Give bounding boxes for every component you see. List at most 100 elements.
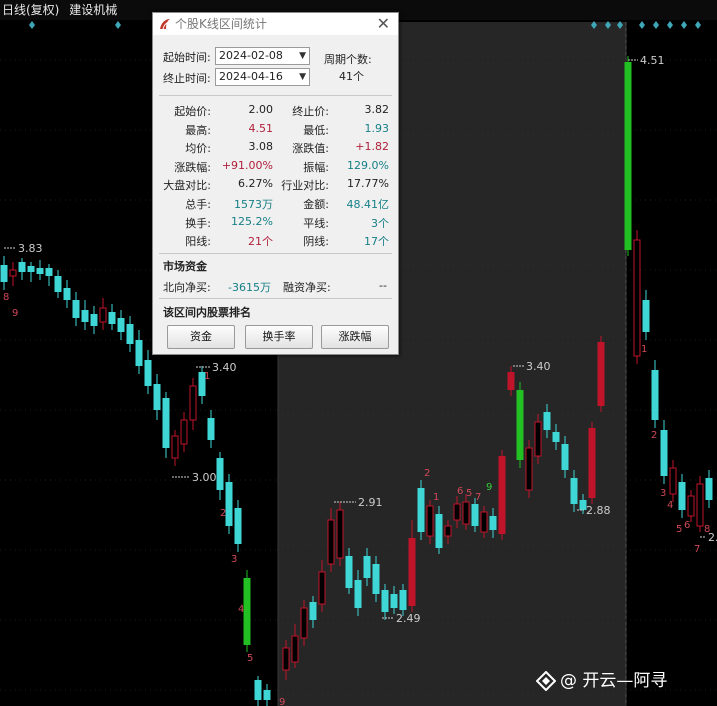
candle-body — [126, 324, 134, 344]
candle-body — [243, 578, 251, 645]
candle-body — [687, 495, 695, 517]
stat-value: 21个 — [248, 235, 273, 249]
candlestick[interactable] — [516, 382, 524, 468]
stat-value: 125.2% — [231, 214, 273, 228]
sequence-number: 3 — [231, 554, 237, 565]
stat-value: 129.0% — [347, 158, 389, 172]
candlestick[interactable] — [588, 422, 596, 504]
divider — [159, 95, 392, 96]
stat-label: 均价: — [185, 142, 211, 156]
price-annotation-text: 3.40 — [526, 360, 551, 373]
candle-body — [36, 268, 44, 274]
candlestick[interactable] — [624, 56, 632, 256]
sequence-number: 6 — [684, 520, 690, 531]
candle-body — [318, 571, 326, 605]
north-label: 北向净买: — [163, 281, 211, 294]
stock-name: 建设机械 — [69, 3, 118, 17]
stat-label: 终止价: — [292, 105, 329, 118]
candlestick[interactable] — [633, 230, 641, 364]
candle-body — [534, 421, 542, 457]
candle-body — [225, 482, 233, 526]
sequence-number: 1 — [204, 371, 210, 382]
candlestick[interactable] — [651, 360, 659, 428]
sequence-number: 1 — [641, 344, 647, 355]
candle-body — [171, 435, 179, 459]
candle-body — [300, 607, 308, 639]
candle-body — [624, 62, 632, 250]
candle-body — [282, 647, 290, 671]
candle-body — [642, 300, 650, 332]
stat-value: 4.51 — [248, 121, 274, 135]
sequence-number: 4 — [238, 604, 244, 615]
stat-value: 3.08 — [248, 140, 274, 154]
candle-body — [254, 680, 262, 700]
rank-by-funds-button[interactable]: 资金 — [167, 325, 235, 349]
start-date-select[interactable]: 2024-02-08 ▼ — [215, 47, 310, 65]
candle-body — [162, 398, 170, 448]
sequence-number: 3 — [660, 488, 666, 499]
candlestick[interactable] — [225, 474, 233, 534]
candle-body — [263, 690, 271, 700]
stat-value: 17.77% — [347, 177, 389, 191]
candle-body — [363, 556, 371, 578]
candlestick[interactable] — [243, 570, 251, 652]
candle-body — [144, 360, 152, 386]
sequence-number: 2 — [220, 508, 226, 519]
period-label[interactable]: 日线(复权) — [2, 3, 59, 17]
stat-row: 大盘对比: 6.27% 行业对比: 17.77% — [153, 177, 398, 194]
candle-body — [0, 265, 8, 282]
candlestick[interactable] — [525, 440, 533, 498]
candle-body — [408, 538, 416, 606]
candle-body — [18, 262, 26, 272]
rank-by-turnover-button[interactable]: 换手率 — [245, 325, 313, 349]
candle-body — [327, 519, 335, 565]
candle-body — [705, 478, 713, 500]
candle-body — [72, 300, 80, 318]
candlestick[interactable] — [336, 502, 344, 566]
candle-body — [660, 430, 668, 476]
sequence-number: 6 — [457, 486, 463, 497]
sequence-number: 7 — [694, 544, 700, 555]
stat-label: 金额: — [303, 198, 329, 211]
candle-body — [525, 447, 533, 491]
candle-body — [291, 635, 299, 663]
rank-by-change-button[interactable]: 涨跌幅 — [321, 325, 389, 349]
candle-body — [552, 432, 560, 442]
sequence-number: 9 — [12, 308, 18, 319]
candlestick[interactable] — [696, 476, 704, 532]
stat-label: 阴线: — [303, 235, 329, 249]
candle-body — [696, 483, 704, 527]
candle-body — [234, 508, 242, 544]
close-icon[interactable]: ✕ — [377, 13, 390, 35]
end-date-select[interactable]: 2024-04-16 ▼ — [215, 68, 310, 86]
price-annotation-text: 3.40 — [212, 361, 237, 374]
price-annotation-text: 2.49 — [396, 612, 421, 625]
candlestick[interactable] — [498, 450, 506, 540]
chevron-down-icon: ▼ — [299, 51, 306, 61]
stat-value: 3.82 — [364, 103, 390, 116]
candlestick[interactable] — [597, 336, 605, 412]
candle-body — [498, 456, 506, 534]
dialog-titlebar[interactable]: 个股K线区间统计 ✕ — [153, 13, 398, 35]
candle-body — [444, 525, 452, 537]
stat-label: 大盘对比: — [163, 179, 211, 193]
sequence-number: 8 — [3, 292, 9, 303]
stat-label: 最低: — [303, 123, 329, 137]
price-annotation-text: 4.51 — [640, 54, 665, 67]
stat-label: 行业对比: — [281, 179, 329, 193]
price-annotation-text: 2.91 — [358, 496, 383, 509]
candle-body — [99, 307, 107, 323]
stat-label: 振幅: — [303, 160, 329, 174]
sequence-number: 8 — [704, 524, 710, 535]
stat-value: 17个 — [364, 235, 389, 249]
candle-body — [216, 458, 224, 490]
watermark: @ 开云—阿寻 — [536, 667, 667, 695]
candlestick[interactable] — [534, 414, 542, 464]
period-count-label: 周期个数: — [324, 53, 372, 66]
candle-body — [54, 276, 62, 292]
sequence-number: 1 — [433, 492, 439, 503]
start-time-label: 起始时间: — [163, 51, 211, 64]
market-funds-title: 市场资金 — [163, 260, 207, 273]
stat-label: 涨跌幅: — [174, 160, 211, 174]
candlestick[interactable] — [417, 480, 425, 540]
